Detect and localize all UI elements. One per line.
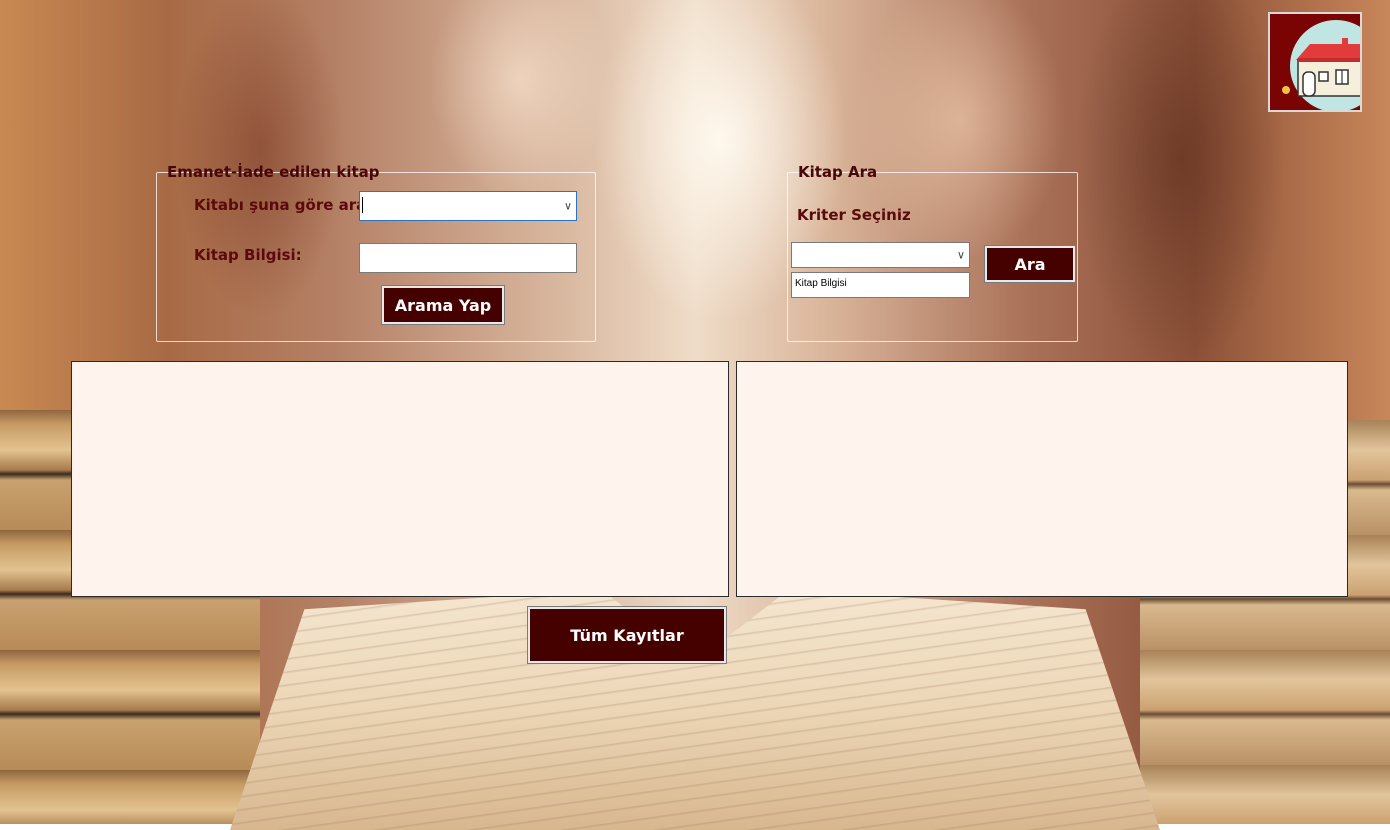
borrowed-books-grid[interactable] — [71, 361, 729, 597]
book-info-label: Kitap Bilgisi: — [194, 246, 302, 264]
book-info-textbox[interactable]: Kitap Bilgisi — [791, 272, 970, 298]
search-by-label-clip: Kitabı şuna göre ara: — [194, 196, 360, 218]
search-by-combobox[interactable]: ∨ — [359, 191, 577, 221]
chevron-down-icon[interactable]: ∨ — [564, 201, 572, 212]
home-icon — [1282, 20, 1360, 110]
text-caret — [362, 197, 363, 213]
find-button[interactable]: Ara — [984, 245, 1076, 283]
all-records-button[interactable]: Tüm Kayıtlar — [527, 606, 727, 664]
books-grid[interactable] — [736, 361, 1348, 597]
criteria-combobox[interactable]: ∨ — [791, 242, 970, 268]
group-legend: Kitap Ara — [798, 163, 878, 181]
group-legend: Emanet-İade edilen kitap — [167, 163, 380, 181]
chevron-down-icon[interactable]: ∨ — [957, 250, 965, 261]
search-by-label: Kitabı şuna göre ara: — [194, 196, 360, 214]
search-button[interactable]: Arama Yap — [381, 285, 505, 325]
home-button[interactable] — [1268, 12, 1362, 112]
book-info-input[interactable] — [359, 243, 577, 273]
criteria-label: Kriter Seçiniz — [797, 206, 911, 224]
